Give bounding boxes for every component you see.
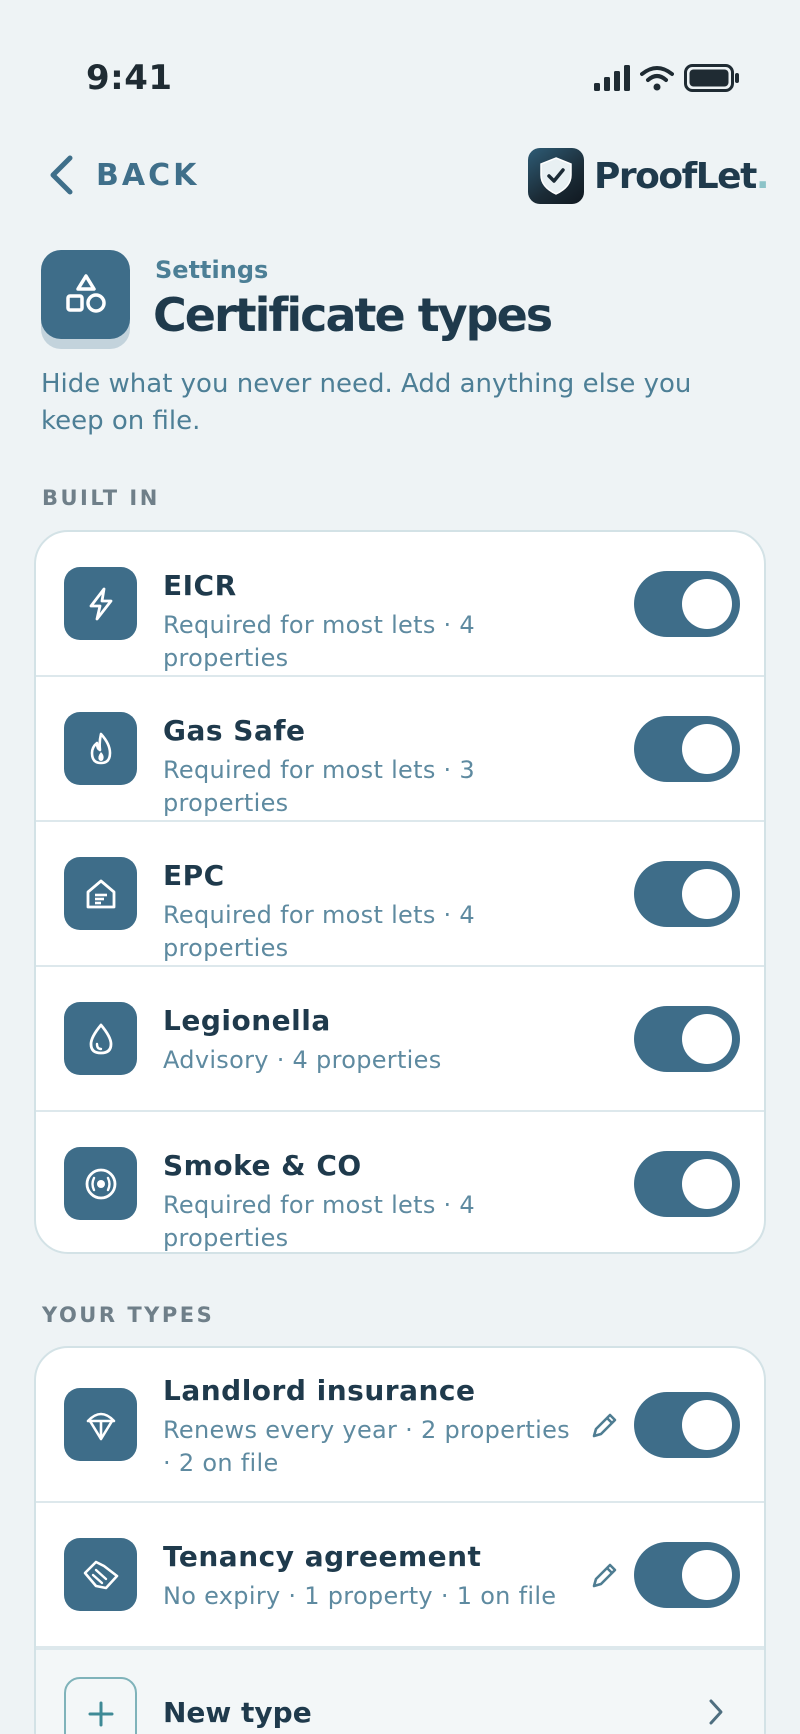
item-subtitle: Required for most lets · 4 properties <box>163 1191 475 1252</box>
status-time: 9:41 <box>86 58 173 98</box>
toggle-smoke-co[interactable] <box>634 1151 740 1217</box>
item-subtitle: Advisory · 4 properties <box>163 1046 442 1074</box>
toggle-epc[interactable] <box>634 861 740 927</box>
toggle-knob <box>682 1400 732 1450</box>
your-types-card: Landlord insurance Renews every year · 2… <box>34 1346 766 1734</box>
status-bar: 9:41 <box>0 0 800 160</box>
battery-icon <box>684 64 739 92</box>
back-button[interactable]: BACK <box>48 154 199 196</box>
status-icons <box>594 64 740 92</box>
plus-icon <box>64 1677 137 1734</box>
signal-icon <box>594 65 630 91</box>
toggle-legionella[interactable] <box>634 1006 740 1072</box>
item-subtitle: Renews every year · 2 properties · 2 on … <box>163 1416 570 1477</box>
toggle-knob <box>682 1159 732 1209</box>
item-title: Legionella <box>163 1004 331 1037</box>
page-title: Certificate types <box>153 288 553 342</box>
brand-dot: . <box>755 155 770 197</box>
back-label: BACK <box>96 157 200 193</box>
item-subtitle: No expiry · 1 property · 1 on file <box>163 1582 557 1610</box>
top-nav: BACK ProofLet. <box>0 140 800 215</box>
toggle-knob <box>682 579 732 629</box>
item-title: Gas Safe <box>163 714 306 747</box>
pencil-icon[interactable] <box>586 1558 622 1594</box>
droplet-icon <box>64 1002 137 1075</box>
list-item-landlord-insurance: Landlord insurance Renews every year · 2… <box>36 1348 764 1503</box>
toggle-gas-safe[interactable] <box>634 716 740 782</box>
toggle-tenancy-agreement[interactable] <box>634 1542 740 1608</box>
item-subtitle: Required for most lets · 4 properties <box>163 611 475 672</box>
page-kicker: Settings <box>155 256 269 284</box>
handshake-icon <box>64 1538 137 1611</box>
built-in-card: EICR Required for most lets · 4 properti… <box>34 530 766 1254</box>
item-subtitle: Required for most lets · 3 properties <box>163 756 475 817</box>
brand-name: ProofLet. <box>593 155 770 197</box>
section-label-your-types: YOUR TYPES <box>42 1303 215 1327</box>
item-title: EPC <box>163 859 225 892</box>
toggle-knob <box>682 1014 732 1064</box>
pencil-icon[interactable] <box>586 1408 622 1444</box>
toggle-landlord-insurance[interactable] <box>634 1392 740 1458</box>
list-item-epc: EPC Required for most lets · 4 propertie… <box>36 822 764 967</box>
item-title: Landlord insurance <box>163 1374 476 1407</box>
list-item-legionella: Legionella Advisory · 4 properties <box>36 967 764 1112</box>
house-rating-icon <box>64 857 137 930</box>
wifi-icon <box>640 66 674 91</box>
item-title: Smoke & CO <box>163 1149 362 1182</box>
toggle-knob <box>682 1550 732 1600</box>
toggle-eicr[interactable] <box>634 571 740 637</box>
shield-check-icon <box>527 148 584 204</box>
page-intro: Hide what you never need. Add anything e… <box>41 369 692 436</box>
list-item-tenancy-agreement: Tenancy agreement No expiry · 1 property… <box>36 1503 764 1648</box>
list-item-eicr: EICR Required for most lets · 4 properti… <box>36 532 764 677</box>
chevron-right-icon <box>708 1698 724 1730</box>
toggle-knob <box>682 869 732 919</box>
brand-logo: ProofLet. <box>527 148 770 204</box>
chevron-left-icon <box>50 155 73 195</box>
toggle-knob <box>682 724 732 774</box>
new-type-button[interactable]: New type <box>36 1648 764 1734</box>
umbrella-icon <box>64 1388 137 1461</box>
flame-icon <box>64 712 137 785</box>
lightning-icon <box>64 567 137 640</box>
page-header: Settings Certificate types <box>40 250 760 360</box>
item-title: EICR <box>163 569 237 602</box>
item-subtitle: Required for most lets · 4 properties <box>163 901 475 962</box>
list-item-gas-safe: Gas Safe Required for most lets · 3 prop… <box>36 677 764 822</box>
item-title: Tenancy agreement <box>163 1540 482 1573</box>
brand-name-text: ProofLet <box>593 155 757 197</box>
section-label-built-in: BUILT IN <box>42 486 160 510</box>
shapes-icon <box>41 250 130 339</box>
list-item-smoke-co: Smoke & CO Required for most lets · 4 pr… <box>36 1112 764 1252</box>
alarm-icon <box>64 1147 137 1220</box>
new-type-label: New type <box>163 1696 312 1729</box>
